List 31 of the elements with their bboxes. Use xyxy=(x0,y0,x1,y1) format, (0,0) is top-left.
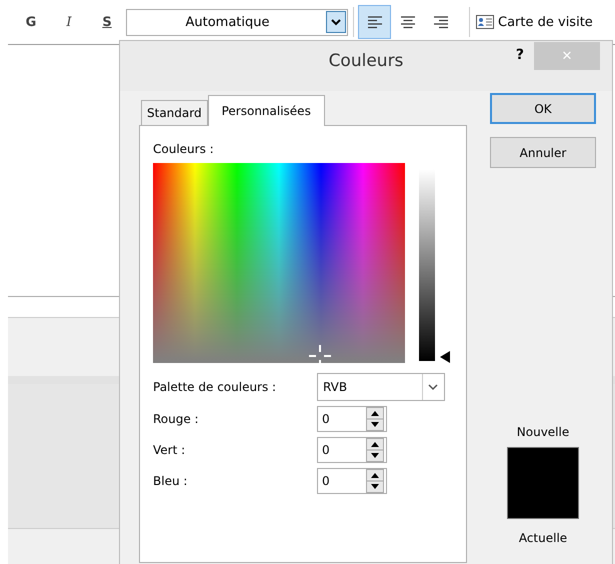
colors-label: Couleurs : xyxy=(153,142,215,156)
format-button[interactable]: S xyxy=(88,14,126,30)
align-icon xyxy=(400,15,416,29)
dialog-button[interactable]: OK xyxy=(490,93,596,124)
slider-arrow-icon[interactable] xyxy=(440,351,450,363)
field-label: Vert : xyxy=(153,443,186,457)
new-color-label: Nouvelle xyxy=(516,425,570,439)
number-spinner[interactable]: 0 xyxy=(317,437,387,463)
spinner-arrows-icon xyxy=(366,438,384,462)
align-icon xyxy=(366,15,382,29)
format-button[interactable]: G xyxy=(12,14,50,30)
number-spinner[interactable]: 0 xyxy=(317,406,387,432)
tab[interactable]: Standard xyxy=(141,100,208,125)
tab[interactable]: Personnalisées xyxy=(208,95,325,126)
palette-dropdown[interactable]: RVB xyxy=(317,373,445,401)
field-label: Bleu : xyxy=(153,474,188,488)
field-label: Palette de couleurs : xyxy=(153,380,278,394)
dialog-title: Couleurs xyxy=(328,51,404,71)
business-card-button[interactable]: Carte de visite xyxy=(474,14,595,30)
spinner-arrows-icon xyxy=(366,469,384,493)
align-button[interactable] xyxy=(358,5,391,39)
contact-card-icon xyxy=(476,15,494,29)
field-label: Rouge : xyxy=(153,412,200,426)
number-spinner[interactable]: 0 xyxy=(317,468,387,494)
dialog-button[interactable]: Annuler xyxy=(490,137,596,168)
current-color-label: Actuelle xyxy=(518,531,568,545)
align-icon xyxy=(432,15,448,29)
help-button[interactable]: ? xyxy=(512,47,528,63)
format-button[interactable]: I xyxy=(50,14,88,30)
spinner-arrows-icon xyxy=(366,407,384,431)
color-dropdown[interactable]: Automatique xyxy=(126,8,348,36)
